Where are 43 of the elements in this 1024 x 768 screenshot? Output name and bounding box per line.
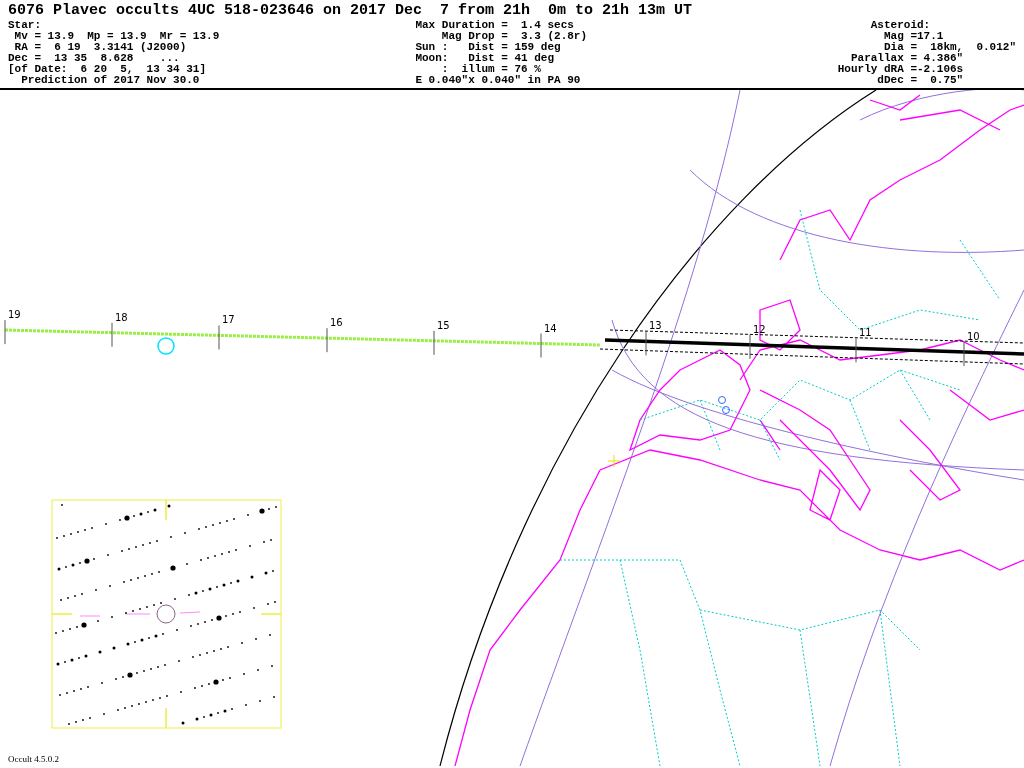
event-title: 6076 Plavec occults 4UC 518-023646 on 2017 Dec 7 from 21h 0m to 21h 13m UT xyxy=(8,2,694,20)
asteroid-info-line: Asteroid: xyxy=(869,20,932,31)
event-info-line: Max Duration = 1.4 secs xyxy=(415,20,575,31)
time-label: 15 xyxy=(437,319,450,331)
tick-mark xyxy=(963,341,965,367)
tick-mark xyxy=(749,334,751,360)
tick-mark xyxy=(218,325,220,350)
star-info-line: Mv = 13.9 Mp = 13.9 Mr = 13.9 xyxy=(13,31,221,42)
tick-mark xyxy=(111,322,113,348)
time-label: 19 xyxy=(8,309,21,321)
time-label: 17 xyxy=(222,314,235,326)
time-label: 14 xyxy=(544,322,557,334)
tick-mark xyxy=(855,337,857,363)
asteroid-info-line: Hourly dRA =-2.106s xyxy=(837,64,965,75)
star-info-line: Dec = 13 35 8.628 ... xyxy=(8,53,181,64)
asteroid-info-line: Dia = 18km, 0.012" xyxy=(882,42,1016,53)
time-label: 18 xyxy=(115,311,128,323)
circle-marker xyxy=(157,337,175,355)
tick-mark xyxy=(4,319,6,345)
event-info-line: : illum = 76 % xyxy=(440,64,542,75)
star-info-line: Prediction of 2017 Nov 30.0 xyxy=(20,75,201,86)
event-info-line: E 0.040"x 0.040" in PA 90 xyxy=(415,75,582,86)
tick-mark xyxy=(326,327,328,353)
circle-marker xyxy=(718,396,726,404)
tick-mark xyxy=(645,330,647,356)
event-info-line: Mag Drop = 3.3 (2.8r) xyxy=(440,31,589,42)
star-info-line: Star: xyxy=(8,20,42,31)
circle-marker xyxy=(722,406,730,414)
star-info-line: RA = 6 19 3.3141 (J2000) xyxy=(13,42,188,53)
asteroid-info-line: dDec = 0.75" xyxy=(876,75,965,86)
time-label: 11 xyxy=(859,327,872,339)
asteroid-info-line: Mag =17.1 xyxy=(882,31,944,42)
time-label: 10 xyxy=(967,330,980,342)
star-info-line: [of Date: 6 20 5, 13 34 31] xyxy=(8,64,208,75)
event-info-line: Moon: Dist = 41 deg xyxy=(415,53,556,64)
tick-mark xyxy=(540,333,542,358)
time-label: 16 xyxy=(330,317,343,329)
event-info-line: Sun : Dist = 159 deg xyxy=(415,42,561,53)
asteroid-info-line: Parallax = 4.386" xyxy=(849,53,965,64)
time-label: 13 xyxy=(649,320,662,332)
cross-marker xyxy=(607,454,621,468)
version-label: Occult 4.5.0.2 xyxy=(8,752,59,766)
tick-mark xyxy=(433,330,435,356)
